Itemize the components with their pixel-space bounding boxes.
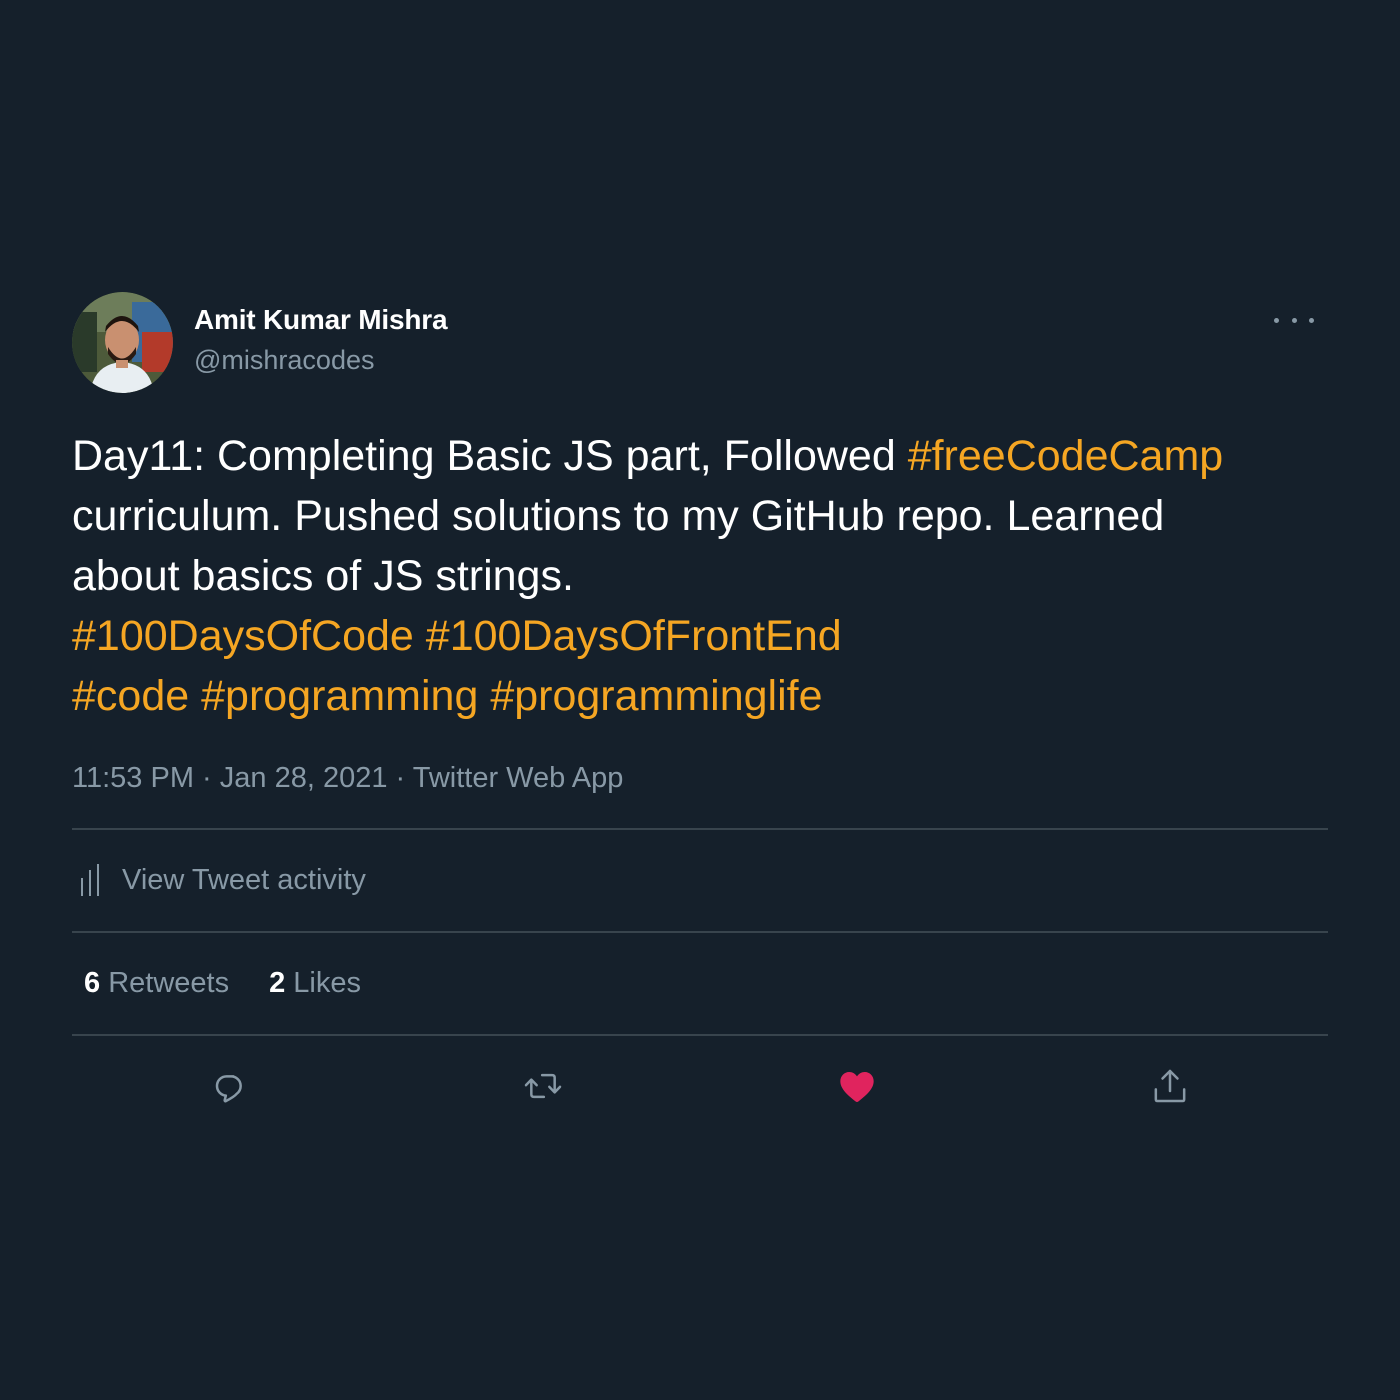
user-handle[interactable]: @mishracodes bbox=[194, 342, 447, 378]
tweet: Amit Kumar Mishra @mishracodes Day11: Co… bbox=[72, 292, 1328, 1140]
view-tweet-activity-label: View Tweet activity bbox=[122, 864, 366, 896]
more-options-button[interactable] bbox=[1274, 310, 1314, 330]
tweet-text-line: #code #programming #programminglife bbox=[72, 666, 1328, 726]
reply-button[interactable] bbox=[208, 1064, 252, 1108]
tweet-text-line: curriculum. Pushed solutions to my GitHu… bbox=[72, 486, 1328, 546]
tweet-text-segment bbox=[478, 672, 490, 720]
avatar-photo bbox=[72, 292, 173, 393]
tweet-text-segment: about basics of JS strings. bbox=[72, 552, 574, 600]
tweet-header: Amit Kumar Mishra @mishracodes bbox=[72, 292, 1328, 394]
share-button[interactable] bbox=[1148, 1064, 1192, 1108]
view-tweet-activity-button[interactable]: View Tweet activity bbox=[72, 830, 1328, 931]
tweet-text-line: #100DaysOfCode #100DaysOfFrontEnd bbox=[72, 606, 1328, 666]
likes-count-link[interactable]: 2 Likes bbox=[269, 967, 361, 1000]
hashtag-link[interactable]: #programminglife bbox=[490, 672, 822, 720]
retweet-button[interactable] bbox=[521, 1064, 565, 1108]
like-button[interactable] bbox=[835, 1064, 879, 1108]
hashtag-link[interactable]: #100DaysOfFrontEnd bbox=[426, 612, 842, 660]
stats-icon bbox=[81, 863, 99, 896]
retweet-icon bbox=[524, 1073, 562, 1099]
tweet-text-line: about basics of JS strings. bbox=[72, 546, 1328, 606]
tweet-actions bbox=[72, 1036, 1328, 1140]
more-dot bbox=[1274, 317, 1279, 323]
retweets-count: 6 bbox=[84, 967, 101, 999]
retweets-count-link[interactable]: 6 Retweets bbox=[84, 967, 229, 1000]
tweet-text-segment bbox=[414, 612, 426, 660]
tweet-text-segment: Day11: Completing Basic JS part, Followe… bbox=[72, 432, 908, 480]
meta-separator: · bbox=[193, 762, 220, 794]
hashtag-link[interactable]: #code bbox=[72, 672, 189, 720]
heart-icon bbox=[840, 1072, 874, 1102]
likes-count: 2 bbox=[269, 967, 286, 999]
user-names: Amit Kumar Mishra @mishracodes bbox=[194, 302, 448, 378]
hashtag-link[interactable]: #freeCodeCamp bbox=[908, 432, 1224, 480]
reply-icon bbox=[215, 1075, 242, 1103]
likes-label: Likes bbox=[293, 967, 361, 999]
tweet-date[interactable]: Jan 28, 2021 bbox=[220, 762, 388, 794]
tweet-text-segment: curriculum. Pushed solutions to my GitHu… bbox=[72, 492, 1165, 540]
engagement-counts: 6 Retweets 2 Likes bbox=[72, 933, 1328, 1034]
tweet-source[interactable]: Twitter Web App bbox=[413, 762, 624, 794]
more-dot bbox=[1309, 317, 1314, 323]
display-name[interactable]: Amit Kumar Mishra bbox=[194, 302, 448, 338]
retweets-label: Retweets bbox=[108, 967, 230, 999]
tweet-meta: 11:53 PM · Jan 28, 2021 · Twitter Web Ap… bbox=[72, 758, 1328, 798]
tweet-time[interactable]: 11:53 PM bbox=[72, 762, 194, 794]
meta-separator: · bbox=[387, 762, 413, 794]
more-dot bbox=[1291, 317, 1297, 323]
share-icon bbox=[1154, 1069, 1186, 1103]
tweet-text: Day11: Completing Basic JS part, Followe… bbox=[72, 426, 1328, 726]
avatar[interactable] bbox=[72, 292, 173, 393]
hashtag-link[interactable]: #programming bbox=[201, 672, 478, 720]
tweet-text-segment bbox=[189, 672, 201, 720]
tweet-text-line: Day11: Completing Basic JS part, Followe… bbox=[72, 426, 1328, 486]
hashtag-link[interactable]: #100DaysOfCode bbox=[72, 612, 414, 660]
